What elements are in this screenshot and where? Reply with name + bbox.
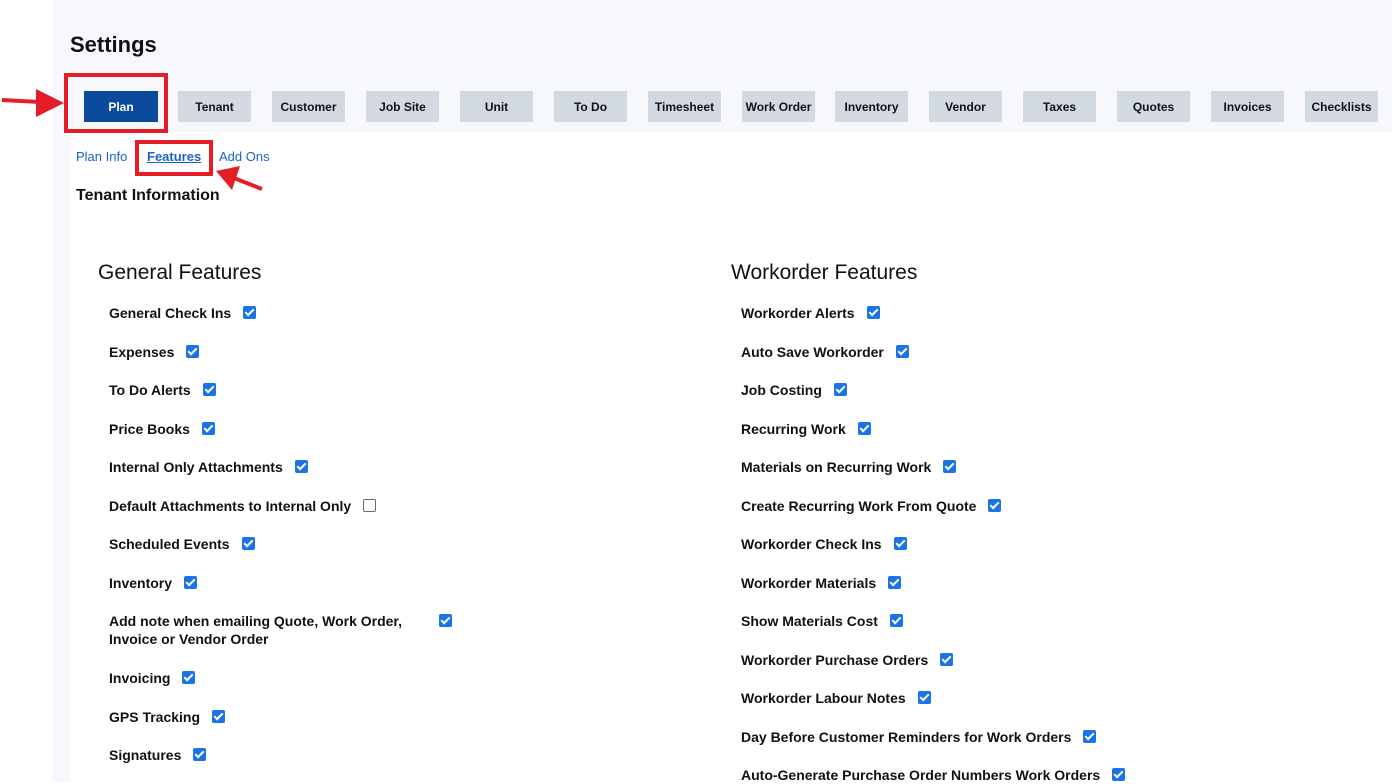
feature-show-materials-cost: Show Materials Cost <box>741 612 903 630</box>
feature-label: Invoicing <box>109 670 171 686</box>
annotation-arrow-right-icon <box>1 89 64 117</box>
feature-checkbox[interactable] <box>363 499 377 512</box>
feature-checkbox[interactable] <box>243 306 257 319</box>
feature-checkbox[interactable] <box>186 345 200 358</box>
feature-auto-generate-po-numbers: Auto-Generate Purchase Order Numbers Wor… <box>741 766 1126 784</box>
feature-workorder-check-ins: Workorder Check Ins <box>741 535 907 553</box>
feature-label: Auto-Generate Purchase Order Numbers Wor… <box>741 767 1101 783</box>
tab-unit[interactable]: Unit <box>460 91 533 122</box>
feature-checkbox[interactable] <box>184 576 198 589</box>
feature-checkbox[interactable] <box>888 576 902 589</box>
feature-general-check-ins: General Check Ins <box>109 304 257 322</box>
tab-inventory[interactable]: Inventory <box>835 91 908 122</box>
feature-workorder-labour-notes: Workorder Labour Notes <box>741 689 931 707</box>
feature-checkbox[interactable] <box>893 537 907 550</box>
feature-label: Inventory <box>109 575 173 591</box>
feature-workorder-alerts: Workorder Alerts <box>741 304 880 322</box>
tab-quotes[interactable]: Quotes <box>1117 91 1190 122</box>
feature-checkbox[interactable] <box>201 422 215 435</box>
feature-to-do-alerts: To Do Alerts <box>109 381 216 399</box>
feature-create-recurring-from-quote: Create Recurring Work From Quote <box>741 497 1002 515</box>
content-panel <box>70 132 1392 782</box>
feature-materials-recurring-work: Materials on Recurring Work <box>741 458 957 476</box>
feature-label: Workorder Alerts <box>741 305 855 321</box>
feature-label: Signatures <box>109 747 182 763</box>
feature-checkbox[interactable] <box>193 748 207 761</box>
feature-label: To Do Alerts <box>109 382 191 398</box>
section-title: Tenant Information <box>76 187 220 204</box>
feature-inventory: Inventory <box>109 574 198 592</box>
feature-label: Show Materials Cost <box>741 613 878 629</box>
feature-label: Workorder Check Ins <box>741 536 882 552</box>
annotation-arrow-left-icon <box>216 166 263 191</box>
feature-label: Create Recurring Work From Quote <box>741 498 977 514</box>
feature-label: Workorder Labour Notes <box>741 690 906 706</box>
feature-label: Day Before Customer Reminders for Work O… <box>741 729 1072 745</box>
feature-checkbox[interactable] <box>202 383 216 396</box>
feature-checkbox[interactable] <box>917 691 931 704</box>
feature-checkbox[interactable] <box>182 671 196 684</box>
tab-timesheet[interactable]: Timesheet <box>648 91 721 122</box>
feature-scheduled-events: Scheduled Events <box>109 535 255 553</box>
tab-to-do[interactable]: To Do <box>554 91 627 122</box>
feature-checkbox[interactable] <box>895 345 909 358</box>
feature-label: Workorder Materials <box>741 575 877 591</box>
feature-checkbox[interactable] <box>294 460 308 473</box>
feature-auto-save-workorder: Auto Save Workorder <box>741 343 909 361</box>
feature-label: Scheduled Events <box>109 536 230 552</box>
settings-tabs: Plan Tenant Customer Job Site Unit To Do… <box>0 0 1392 130</box>
tab-invoices[interactable]: Invoices <box>1211 91 1284 122</box>
highlight-box-features-link <box>135 140 213 176</box>
tab-taxes[interactable]: Taxes <box>1023 91 1096 122</box>
feature-label: Default Attachments to Internal Only <box>109 498 352 514</box>
feature-label: Auto Save Workorder <box>741 344 884 360</box>
highlight-box-plan-tab <box>64 73 168 133</box>
feature-checkbox[interactable] <box>241 537 255 550</box>
feature-checkbox[interactable] <box>988 499 1002 512</box>
feature-label: Price Books <box>109 421 190 437</box>
feature-label: Workorder Purchase Orders <box>741 652 929 668</box>
tab-vendor[interactable]: Vendor <box>929 91 1002 122</box>
general-features-heading: General Features <box>98 261 262 284</box>
tab-tenant[interactable]: Tenant <box>178 91 251 122</box>
feature-gps-tracking: GPS Tracking <box>109 708 226 726</box>
feature-workorder-materials: Workorder Materials <box>741 574 902 592</box>
feature-checkbox[interactable] <box>857 422 871 435</box>
feature-recurring-work: Recurring Work <box>741 420 871 438</box>
feature-job-costing: Job Costing <box>741 381 847 399</box>
feature-label: Job Costing <box>741 382 822 398</box>
tab-checklists[interactable]: Checklists <box>1305 91 1378 122</box>
feature-checkbox[interactable] <box>1112 768 1126 781</box>
feature-checkbox[interactable] <box>889 614 903 627</box>
feature-checkbox[interactable] <box>439 614 452 627</box>
feature-label: Internal Only Attachments <box>109 459 283 475</box>
tab-work-order[interactable]: Work Order <box>742 91 815 122</box>
feature-default-attachments-internal: Default Attachments to Internal Only <box>109 497 377 515</box>
workorder-features-heading: Workorder Features <box>731 261 918 284</box>
feature-label: Add note when emailing Quote, Work Order… <box>109 613 402 647</box>
feature-label: Recurring Work <box>741 421 846 437</box>
feature-label: Materials on Recurring Work <box>741 459 932 475</box>
feature-expenses: Expenses <box>109 343 200 361</box>
tab-job-site[interactable]: Job Site <box>366 91 439 122</box>
feature-price-books: Price Books <box>109 420 215 438</box>
feature-add-note-emailing: Add note when emailing Quote, Work Order… <box>109 612 452 648</box>
feature-checkbox[interactable] <box>943 460 957 473</box>
feature-invoicing: Invoicing <box>109 669 196 687</box>
tab-customer[interactable]: Customer <box>272 91 345 122</box>
subnav-plan-info[interactable]: Plan Info <box>76 149 127 164</box>
feature-label: General Check Ins <box>109 305 232 321</box>
feature-label: Expenses <box>109 344 175 360</box>
feature-internal-only-attachments: Internal Only Attachments <box>109 458 308 476</box>
feature-workorder-purchase-orders: Workorder Purchase Orders <box>741 651 954 669</box>
feature-checkbox[interactable] <box>212 710 226 723</box>
feature-day-before-reminders: Day Before Customer Reminders for Work O… <box>741 728 1097 746</box>
feature-checkbox[interactable] <box>833 383 847 396</box>
feature-signatures: Signatures <box>109 746 207 764</box>
feature-checkbox[interactable] <box>1083 730 1097 743</box>
feature-label: GPS Tracking <box>109 709 201 725</box>
feature-checkbox[interactable] <box>866 306 880 319</box>
feature-checkbox[interactable] <box>940 653 954 666</box>
